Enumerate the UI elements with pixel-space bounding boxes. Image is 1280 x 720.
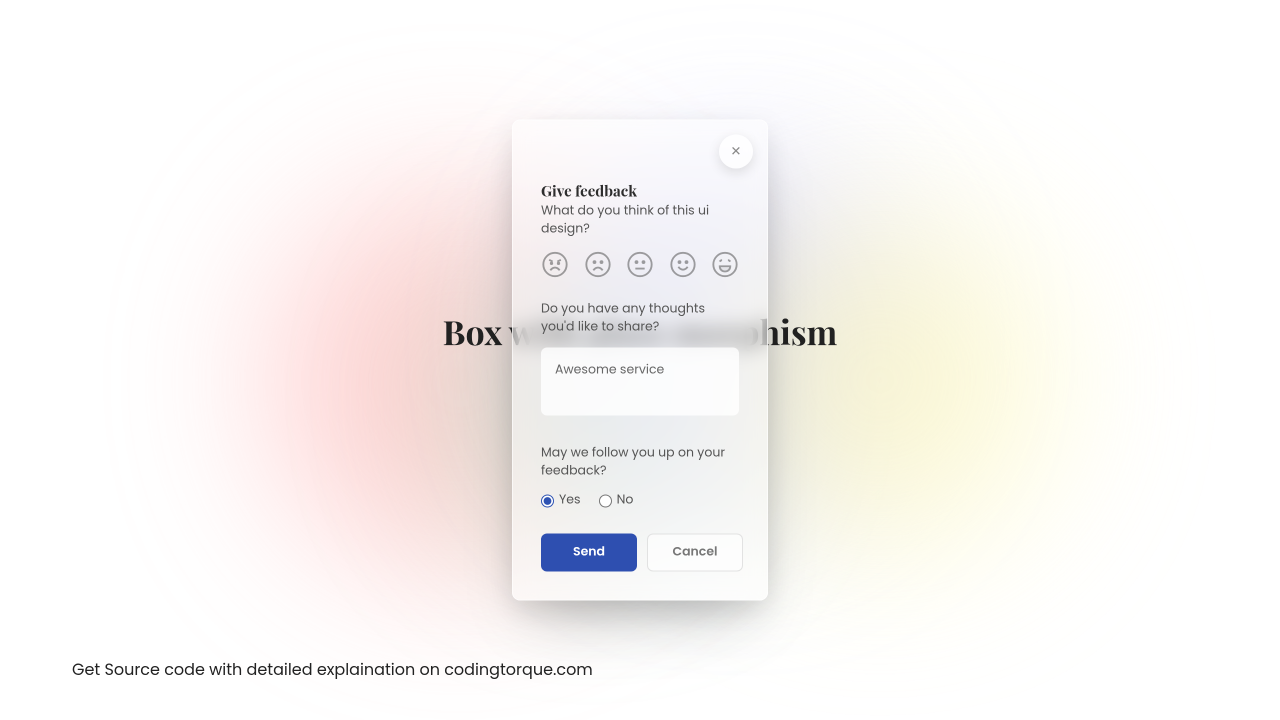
cancel-button[interactable]: Cancel [647,534,743,572]
radio-no[interactable]: No [599,492,634,510]
feedback-modal: ✕ Give feedback What do you think of thi… [512,120,768,601]
radio-no-label: No [617,492,634,510]
meh-face-icon[interactable] [626,251,654,279]
footer-text: Get Source code with detailed explainati… [72,657,593,682]
modal-title: Give feedback [541,181,739,201]
close-button[interactable]: ✕ [719,135,753,169]
send-button[interactable]: Send [541,534,637,572]
angry-face-icon[interactable] [541,251,569,279]
thoughts-question: Do you have any thoughts you'd like to s… [541,301,739,336]
frown-face-icon[interactable] [584,251,612,279]
followup-radios: Yes No [541,492,739,510]
radio-yes-label: Yes [559,492,581,510]
laugh-face-icon[interactable] [711,251,739,279]
radio-yes[interactable]: Yes [541,492,581,510]
followup-question: May we follow you up on your feedback? [541,445,739,480]
button-row: Send Cancel [541,534,739,572]
smile-face-icon[interactable] [669,251,697,279]
modal-subtitle: What do you think of this ui design? [541,203,739,239]
thoughts-input[interactable] [541,348,739,416]
radio-yes-input[interactable] [541,494,554,507]
emoji-rating-row [541,251,739,279]
close-icon: ✕ [731,144,742,160]
radio-no-input[interactable] [599,494,612,507]
